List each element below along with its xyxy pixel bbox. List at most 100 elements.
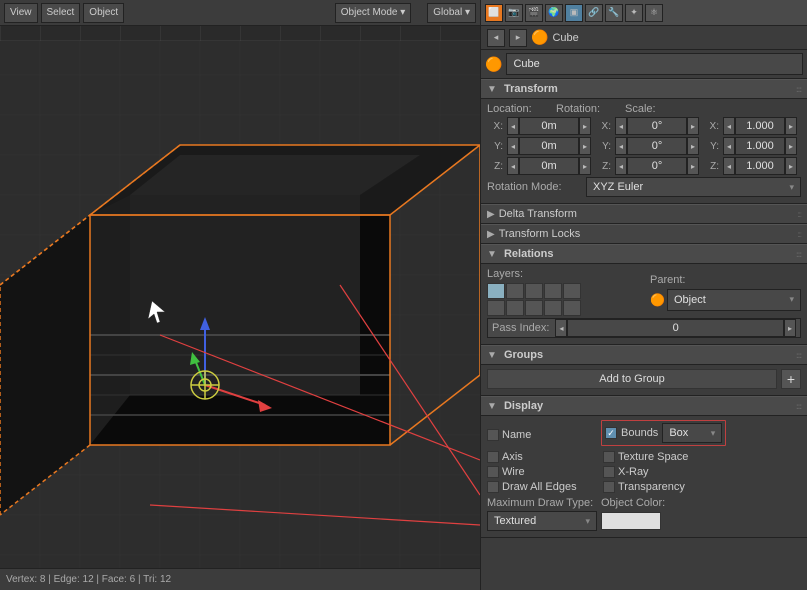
scale-y-field-wrap: ◂ 1.000 ▸ [723, 137, 797, 155]
props-object-btn[interactable]: ▣ [565, 4, 583, 22]
breadcrumb-back-btn[interactable]: ◂ [487, 29, 505, 47]
loc-x-value[interactable]: 0m [519, 117, 579, 135]
object-color-swatch[interactable] [601, 512, 661, 530]
rot-x-inc[interactable]: ▸ [687, 117, 699, 135]
layer-btn-4[interactable] [544, 283, 562, 299]
pass-index-field[interactable]: Pass Index: ◂ 0 ▸ [487, 318, 801, 338]
texture-space-checkbox[interactable] [603, 451, 615, 463]
rot-x-dec[interactable]: ◂ [615, 117, 627, 135]
scale-z-inc[interactable]: ▸ [785, 157, 797, 175]
mode-menu[interactable]: Object Mode ▾ [335, 3, 412, 23]
rot-y-label: Y: [595, 141, 611, 152]
rot-z-value[interactable]: 0° [627, 157, 687, 175]
object-color-label: Object Color: [601, 497, 711, 509]
add-group-plus-btn[interactable]: + [781, 369, 801, 389]
props-physics-btn[interactable]: ⚛ [645, 4, 663, 22]
select-menu[interactable]: Select [41, 3, 81, 23]
props-constraints-btn[interactable]: 🔗 [585, 4, 603, 22]
xray-checkbox[interactable] [603, 466, 615, 478]
scale-y-label: Y: [703, 141, 719, 152]
props-toolbar: ⬜ 📷 🎬 🌍 ▣ 🔗 🔧 ✦ ⚛ [481, 0, 807, 26]
transform-section-header[interactable]: ▼ Transform ::: [481, 79, 807, 99]
view-menu[interactable]: View [4, 3, 38, 23]
layer-btn-9[interactable] [544, 300, 562, 316]
loc-y-value[interactable]: 0m [519, 137, 579, 155]
props-modifiers-btn[interactable]: 🔧 [605, 4, 623, 22]
name-checkbox-item: Name [487, 429, 597, 441]
scale-y-inc[interactable]: ▸ [785, 137, 797, 155]
wire-checkbox[interactable] [487, 466, 499, 478]
delta-transform-header[interactable]: ▶ Delta Transform ::: [481, 204, 807, 224]
pass-dec[interactable]: ◂ [555, 319, 567, 337]
layer-btn-8[interactable] [525, 300, 543, 316]
loc-x-dec[interactable]: ◂ [507, 117, 519, 135]
props-render-btn[interactable]: 📷 [505, 4, 523, 22]
relations-section-header[interactable]: ▼ Relations ::: [481, 244, 807, 264]
scale-z-value[interactable]: 1.000 [735, 157, 785, 175]
loc-z-inc[interactable]: ▸ [579, 157, 591, 175]
pass-index-label: Pass Index: [492, 322, 549, 334]
layers-parent-row: Layers: Parent: [487, 268, 801, 316]
props-particles-btn[interactable]: ✦ [625, 4, 643, 22]
axis-checkbox-item: Axis [487, 451, 597, 463]
viewport-info: Vertex: 8 | Edge: 12 | Face: 6 | Tri: 12 [6, 574, 171, 585]
rot-z-dec[interactable]: ◂ [615, 157, 627, 175]
scale-y-value[interactable]: 1.000 [735, 137, 785, 155]
scene-svg [0, 0, 480, 590]
object-menu[interactable]: Object [83, 3, 124, 23]
loc-z-dec[interactable]: ◂ [507, 157, 519, 175]
rot-y-inc[interactable]: ▸ [687, 137, 699, 155]
display-body: Name Bounds Box ▾ Axis [481, 416, 807, 538]
loc-y-inc[interactable]: ▸ [579, 137, 591, 155]
xray-label: X-Ray [618, 466, 649, 478]
pass-inc[interactable]: ▸ [784, 319, 796, 337]
rotation-mode-dropdown[interactable]: XYZ Euler ▾ [586, 177, 801, 197]
scale-z-dec[interactable]: ◂ [723, 157, 735, 175]
rot-x-value[interactable]: 0° [627, 117, 687, 135]
layer-btn-6[interactable] [487, 300, 505, 316]
layer-btn-7[interactable] [506, 300, 524, 316]
props-scene-btn[interactable]: ⬜ [485, 4, 503, 22]
layer-btn-2[interactable] [506, 283, 524, 299]
scale-x-dec[interactable]: ◂ [723, 117, 735, 135]
global-menu[interactable]: Global ▾ [427, 3, 476, 23]
groups-section-header[interactable]: ▼ Groups ::: [481, 345, 807, 365]
object-name-field[interactable] [506, 53, 803, 75]
properties-scroll[interactable]: ⬜ 📷 🎬 🌍 ▣ 🔗 🔧 ✦ ⚛ ◂ ▸ 🟠 Cube 🟠 ▼ Tran [481, 0, 807, 564]
bounds-type-dropdown[interactable]: Box ▾ [662, 423, 722, 443]
axis-checkbox[interactable] [487, 451, 499, 463]
transform-locks-header[interactable]: ▶ Transform Locks ::: [481, 224, 807, 244]
layer-btn-3[interactable] [525, 283, 543, 299]
bottom-bar: Vertex: 8 | Edge: 12 | Face: 6 | Tri: 12 [0, 568, 480, 590]
props-scene-settings-btn[interactable]: 🎬 [525, 4, 543, 22]
transparency-checkbox[interactable] [603, 481, 615, 493]
rot-y-dec[interactable]: ◂ [615, 137, 627, 155]
name-checkbox[interactable] [487, 429, 499, 441]
scale-x-value[interactable]: 1.000 [735, 117, 785, 135]
parent-dropdown[interactable]: Object ▾ [667, 289, 801, 311]
display-section-header[interactable]: ▼ Display ::: [481, 396, 807, 416]
loc-z-value[interactable]: 0m [519, 157, 579, 175]
bounds-checkbox[interactable] [605, 427, 617, 439]
loc-x-inc[interactable]: ▸ [579, 117, 591, 135]
pass-index-value[interactable]: 0 [567, 319, 784, 337]
add-to-group-btn[interactable]: Add to Group [487, 369, 777, 389]
transform-label: Transform [504, 83, 558, 95]
loc-y-dec[interactable]: ◂ [507, 137, 519, 155]
layer-btn-10[interactable] [563, 300, 581, 316]
layers-label: Layers: [487, 268, 638, 280]
max-draw-type-dropdown[interactable]: Textured ▾ [487, 511, 597, 531]
viewport[interactable]: View Select Object Object Mode ▾ Global … [0, 0, 480, 590]
scale-x-inc[interactable]: ▸ [785, 117, 797, 135]
display-row2: Axis Texture Space [487, 451, 801, 463]
scale-y-dec[interactable]: ◂ [723, 137, 735, 155]
layer-btn-1[interactable] [487, 283, 505, 299]
props-world-btn[interactable]: 🌍 [545, 4, 563, 22]
draw-all-edges-checkbox[interactable] [487, 481, 499, 493]
rot-z-inc[interactable]: ▸ [687, 157, 699, 175]
rot-y-value[interactable]: 0° [627, 137, 687, 155]
relations-collapse-icon: ▼ [487, 249, 497, 260]
breadcrumb-forward-btn[interactable]: ▸ [509, 29, 527, 47]
rot-x-label: X: [595, 121, 611, 132]
layer-btn-5[interactable] [563, 283, 581, 299]
